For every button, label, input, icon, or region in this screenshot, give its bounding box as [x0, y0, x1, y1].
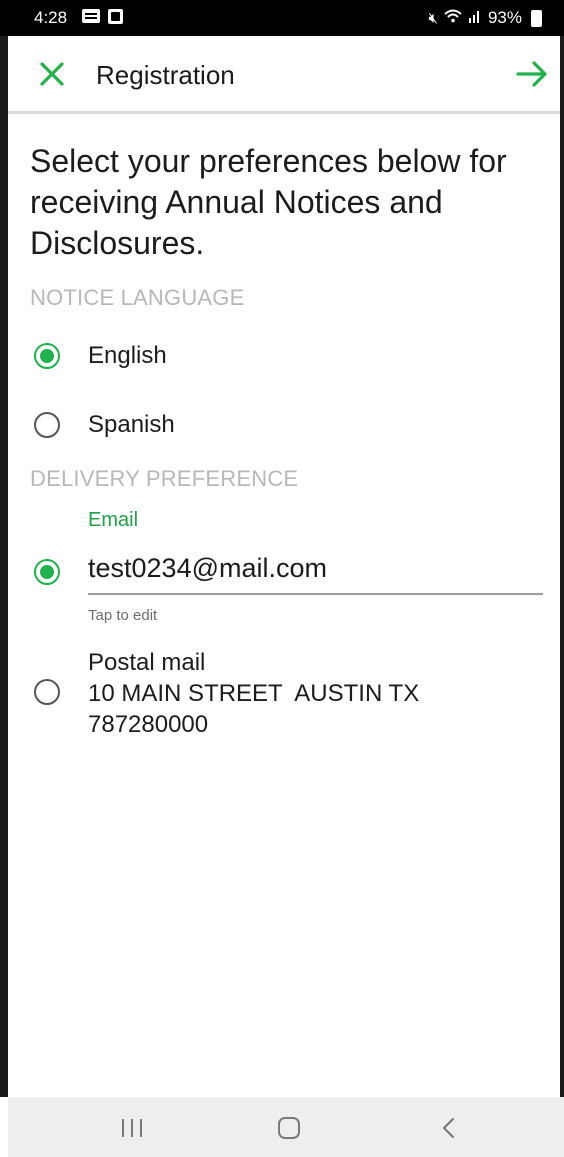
mute-icon: 🔇︎: [428, 9, 438, 27]
battery-percent: 93%: [487, 8, 522, 27]
status-time: 4:28: [34, 8, 68, 27]
device-bezel-right: [560, 36, 564, 1097]
notice-language-label: NOTICE LANGUAGE: [30, 285, 245, 310]
english-radio[interactable]: [34, 343, 60, 369]
page-title: Registration: [96, 60, 235, 90]
home-icon[interactable]: [278, 1117, 300, 1139]
message-icon: [82, 9, 100, 23]
arrow-right-icon: [516, 61, 547, 87]
postal-mail-radio[interactable]: [34, 679, 60, 705]
spanish-label: Spanish: [88, 411, 175, 438]
status-notifications: [82, 9, 123, 24]
back-icon[interactable]: [438, 1115, 460, 1141]
system-nav-bar: [8, 1097, 564, 1157]
signal-icon: [468, 9, 482, 27]
phone-screen: 4:28 🔇︎ 93% Registration Select your pre…: [0, 0, 564, 1157]
delivery-preference-label: DELIVERY PREFERENCE: [30, 466, 299, 491]
email-caption: Email: [88, 509, 139, 531]
tap-to-edit-hint: Tap to edit: [88, 607, 158, 624]
spanish-radio[interactable]: [34, 412, 60, 438]
status-bar: 4:28 🔇︎ 93%: [0, 0, 564, 36]
recent-apps-icon[interactable]: [122, 1119, 142, 1137]
email-radio[interactable]: [34, 559, 60, 585]
postal-address-line1: 10 MAIN STREET AUSTIN TX: [88, 680, 420, 707]
postal-mail-title: Postal mail: [88, 649, 206, 676]
next-button[interactable]: [514, 58, 550, 90]
postal-address-line2: 787280000: [88, 711, 209, 738]
language-option-spanish[interactable]: Spanish: [34, 411, 175, 439]
photo-icon: [108, 9, 123, 24]
postal-mail-option[interactable]: Postal mail 10 MAIN STREET AUSTIN TX 787…: [88, 647, 419, 740]
english-label: English: [88, 342, 167, 369]
status-system: 🔇︎ 93%: [429, 8, 542, 28]
close-icon: [40, 62, 64, 86]
device-bezel-left: [0, 36, 8, 1097]
email-field[interactable]: test0234@mail.com: [88, 551, 543, 595]
instructions-heading: Select your preferences below for receiv…: [30, 143, 507, 261]
app-bar: Registration: [8, 36, 560, 114]
close-button[interactable]: [36, 58, 68, 90]
wifi-icon: [444, 9, 462, 27]
language-option-english[interactable]: English: [34, 342, 167, 370]
battery-icon: [531, 9, 542, 27]
